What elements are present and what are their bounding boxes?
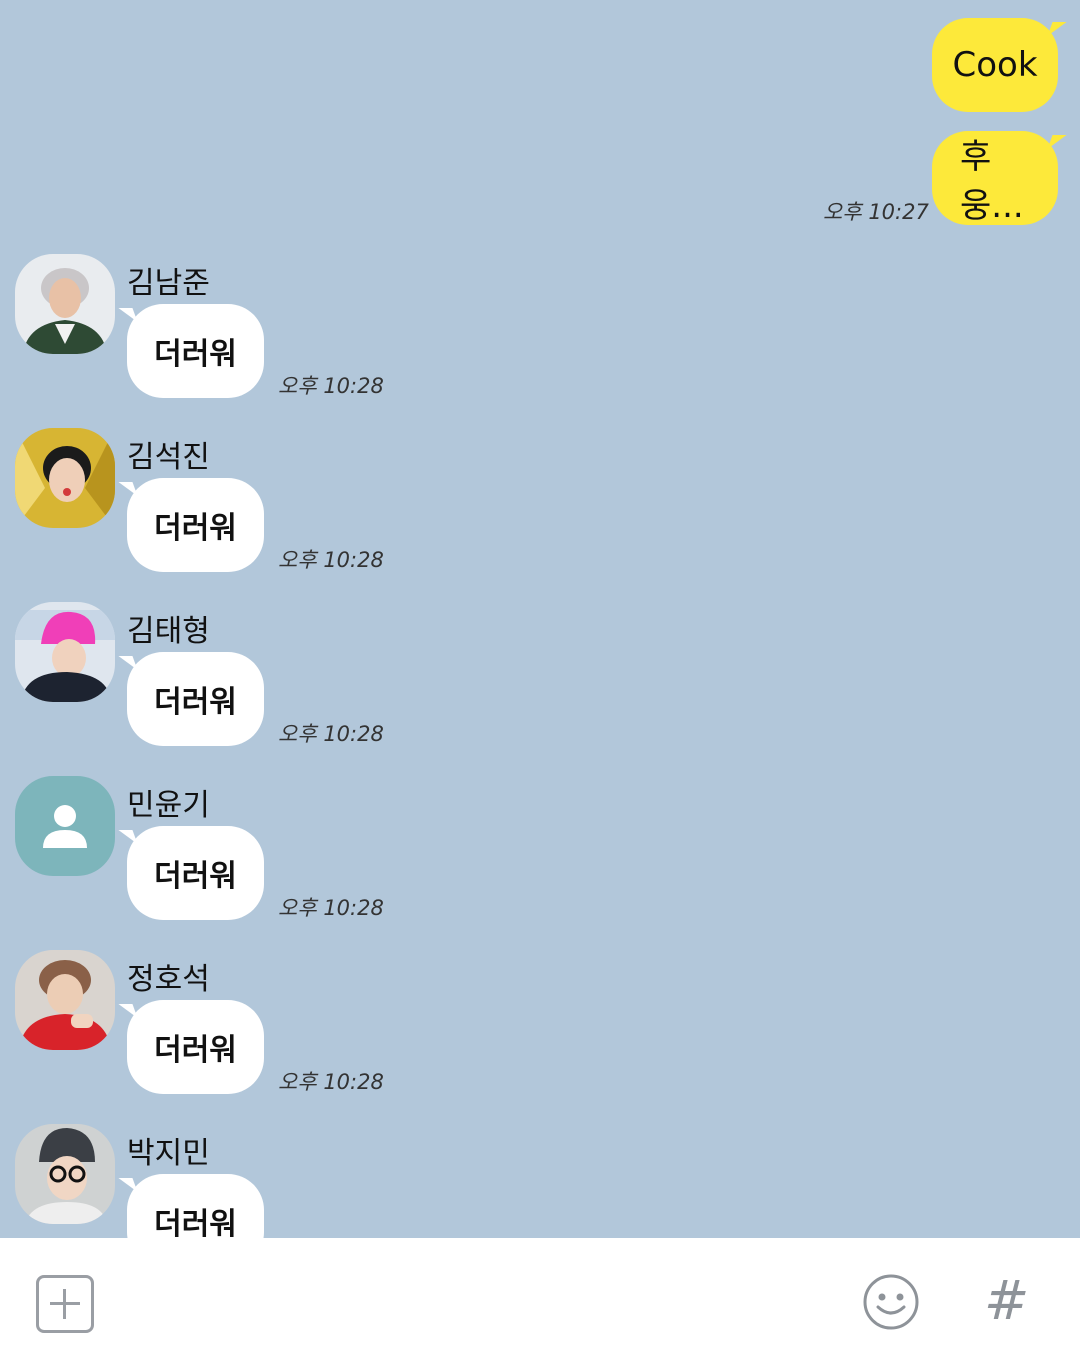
- incoming-message-group: 김태형 더러워 오후 10:28: [0, 602, 1080, 776]
- message-text: 더러워: [154, 337, 237, 372]
- incoming-message-group: 민윤기 더러워 오후 10:28: [0, 776, 1080, 950]
- outgoing-message-bubble[interactable]: 후웅...: [932, 131, 1058, 226]
- message-timestamp: 오후 10:28: [278, 1070, 384, 1094]
- person-icon: [43, 805, 87, 848]
- incoming-message-bubble[interactable]: 더러워: [127, 1174, 264, 1238]
- incoming-message-bubble[interactable]: 더러워: [127, 304, 264, 398]
- incoming-message-bubble[interactable]: 더러워: [127, 1000, 264, 1094]
- avatar[interactable]: [15, 254, 115, 354]
- avatar[interactable]: [15, 1124, 115, 1224]
- message-timestamp: 오후 10:28: [278, 722, 384, 746]
- sender-name: 정호석: [127, 962, 210, 997]
- message-text: 더러워: [154, 1033, 237, 1068]
- incoming-message-group: 김남준 더러워 오후 10:28: [0, 254, 1080, 428]
- message-text: 더러워: [154, 859, 237, 894]
- message-text: 더러워: [154, 685, 237, 720]
- message-timestamp: 오후 10:28: [278, 374, 384, 398]
- sender-name: 김태형: [127, 614, 210, 649]
- avatar[interactable]: [15, 950, 115, 1050]
- sender-name: 김석진: [127, 440, 210, 475]
- incoming-message-bubble[interactable]: 더러워: [127, 478, 264, 572]
- plus-square-icon[interactable]: [36, 1275, 94, 1333]
- message-text: 더러워: [154, 511, 237, 546]
- sender-name: 박지민: [127, 1136, 210, 1171]
- sender-name: 민윤기: [127, 788, 210, 823]
- hashtag-button[interactable]: #: [984, 1266, 1029, 1336]
- sender-name: 김남준: [127, 266, 210, 301]
- message-text: 후웅...: [960, 137, 1024, 226]
- message-timestamp: 오후 10:28: [278, 548, 384, 572]
- incoming-message-bubble[interactable]: 더러워: [127, 826, 264, 920]
- smiley-icon[interactable]: [862, 1273, 920, 1331]
- avatar[interactable]: [15, 602, 115, 702]
- incoming-message-group: 김석진 더러워 오후 10:28: [0, 428, 1080, 602]
- message-text: Cook: [952, 45, 1038, 85]
- avatar[interactable]: [15, 428, 115, 528]
- incoming-message-group: 박지민 더러워: [0, 1124, 1080, 1238]
- incoming-message-group: 정호석 더러워 오후 10:28: [0, 950, 1080, 1124]
- incoming-message-bubble[interactable]: 더러워: [127, 652, 264, 746]
- message-timestamp: 오후 10:27: [823, 200, 929, 224]
- input-bar: #: [0, 1238, 1080, 1365]
- default-avatar[interactable]: [15, 776, 115, 876]
- outgoing-message-bubble[interactable]: Cook: [932, 18, 1058, 112]
- chat-area[interactable]: Cook 후웅... 오후 10:27 김남준 더러워 오후 10:28 김석진…: [0, 0, 1080, 1238]
- message-text: 더러워: [154, 1207, 237, 1238]
- message-timestamp: 오후 10:28: [278, 896, 384, 920]
